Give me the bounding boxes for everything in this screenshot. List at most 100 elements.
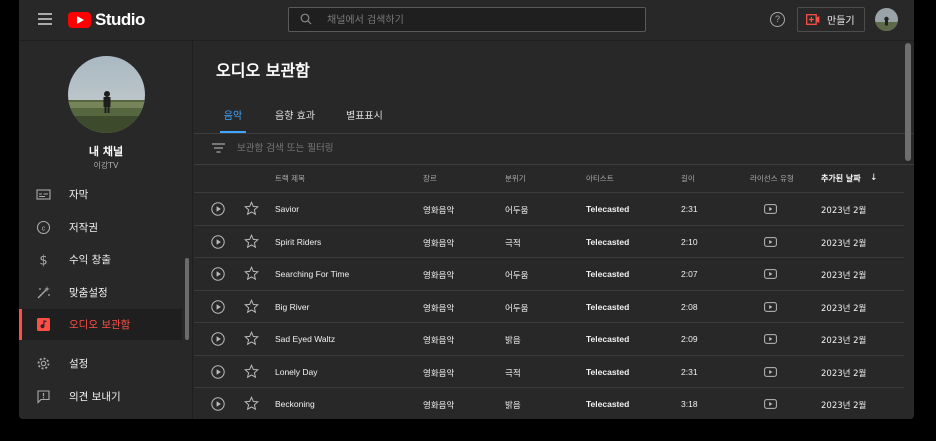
help-icon[interactable]: ? [770, 12, 785, 27]
track-title: Savior [275, 204, 300, 214]
track-title: Big River [275, 302, 310, 312]
sidebar-item-label: 저작권 [69, 222, 98, 234]
track-artist[interactable]: Telecasted [586, 334, 629, 344]
channel-avatar[interactable] [68, 56, 145, 133]
track-artist[interactable]: Telecasted [586, 399, 629, 409]
column-header-added[interactable]: 추가된 날짜 [821, 173, 861, 184]
track-added-date: 2023년 2월 [821, 304, 867, 314]
search-input[interactable] [327, 11, 627, 29]
star-icon[interactable] [244, 234, 259, 249]
search-icon[interactable] [300, 13, 312, 25]
column-header-license[interactable]: 라이선스 유형 [750, 173, 794, 184]
play-icon[interactable] [211, 365, 225, 379]
table-row[interactable]: Lonely Day 영화음악 극적 Telecasted 2:31 2023년 2월 [194, 355, 904, 387]
sidebar-item-label: 오디오 보관함 [69, 319, 131, 331]
table-row[interactable]: Spirit Riders 영화음악 극적 Telecasted 2:10 2023년 2… [194, 225, 904, 257]
track-duration: 2:09 [681, 334, 698, 344]
column-header-title[interactable]: 트랙 제목 [275, 173, 305, 184]
table-row[interactable]: Beckoning 영화음악 밝음 Telecasted 3:18 2023년 2월 [194, 387, 904, 419]
table-row[interactable]: Sad Eyed Waltz 영화음악 밝음 Telecasted 2:09 2023년 … [194, 322, 904, 354]
studio-window: Studio ? 만들기 [19, 0, 914, 419]
sidebar-item-label: 자막 [69, 189, 89, 201]
star-icon[interactable] [244, 331, 259, 346]
magic-wand-icon [37, 286, 50, 299]
channel-title: 내 채널 [88, 145, 124, 158]
sidebar-item-label: 의견 보내기 [69, 391, 121, 403]
track-artist[interactable]: Telecasted [586, 269, 629, 279]
library-filter-input[interactable] [237, 140, 537, 156]
tabs-divider [194, 133, 914, 134]
play-icon[interactable] [211, 300, 225, 314]
sidebar-item-customization[interactable]: 맞춤설정 [19, 277, 182, 308]
track-added-date: 2023년 2월 [821, 206, 867, 216]
copyright-icon: c [36, 220, 51, 235]
track-mood: 밝음 [505, 336, 521, 346]
star-icon[interactable] [244, 201, 259, 216]
track-title: Searching For Time [275, 269, 350, 279]
track-artist[interactable]: Telecasted [586, 302, 629, 312]
youtube-license-icon [764, 269, 777, 279]
create-button[interactable]: 만들기 [797, 7, 865, 32]
table-row[interactable]: Savior 영화음악 어두움 Telecasted 2:31 2023년 2월 [194, 192, 904, 224]
track-duration: 2:31 [681, 367, 698, 377]
sidebar-item-label: 수익 창출 [69, 254, 111, 266]
sidebar-item-audio-library[interactable]: 오디오 보관함 [19, 309, 182, 340]
top-bar: Studio ? 만들기 [19, 0, 914, 41]
menu-icon[interactable] [38, 13, 52, 25]
star-icon[interactable] [244, 396, 259, 411]
main-scrollbar[interactable] [905, 43, 911, 161]
account-avatar[interactable] [875, 8, 898, 31]
track-duration: 2:07 [681, 269, 698, 279]
track-added-date: 2023년 2월 [821, 401, 867, 411]
column-header-genre[interactable]: 장르 [423, 173, 437, 184]
sidebar-item-feedback[interactable]: 의견 보내기 [19, 381, 182, 412]
star-icon[interactable] [244, 299, 259, 314]
track-genre: 영화음악 [423, 401, 455, 411]
studio-logo[interactable]: Studio [68, 10, 145, 30]
star-icon[interactable] [244, 364, 259, 379]
play-icon[interactable] [211, 202, 225, 216]
tab-starred[interactable]: 별표표시 [346, 107, 383, 133]
track-mood: 어두움 [505, 206, 529, 216]
track-artist[interactable]: Telecasted [586, 204, 629, 214]
track-genre: 영화음악 [423, 239, 455, 249]
track-added-date: 2023년 2월 [821, 336, 867, 346]
table-row[interactable]: Searching For Time 영화음악 어두움 Telecasted 2:07 2… [194, 257, 904, 289]
svg-text:c: c [42, 223, 46, 232]
feedback-icon [37, 390, 50, 404]
gear-icon [37, 357, 50, 370]
sidebar: 내 채널 이강TV 자막 c 저작권 $ 수익 창출 맞춤설정 오디오 보관함 … [19, 41, 193, 419]
sort-descending-icon[interactable]: ↓ [870, 173, 878, 183]
sidebar-item-subtitles[interactable]: 자막 [19, 179, 182, 210]
youtube-license-icon [764, 302, 777, 312]
audio-library-panel: 오디오 보관함 음악 음향 효과 별표표시 트랙 제목 장르 분위기 아티스트 … [194, 41, 914, 419]
track-artist[interactable]: Telecasted [586, 367, 629, 377]
logo-text: Studio [95, 10, 145, 29]
video-camera-icon [806, 14, 820, 25]
column-header-duration[interactable]: 길이 [681, 173, 695, 184]
tab-music[interactable]: 음악 [220, 107, 246, 133]
track-added-date: 2023년 2월 [821, 239, 867, 249]
play-icon[interactable] [211, 267, 225, 281]
filter-icon[interactable] [212, 143, 225, 153]
youtube-play-icon [68, 12, 91, 28]
track-genre: 영화음악 [423, 271, 455, 281]
table-row[interactable]: Big River 영화음악 어두움 Telecasted 2:08 2023년 2월 [194, 290, 904, 322]
sidebar-item-copyright[interactable]: c 저작권 [19, 212, 182, 243]
play-icon[interactable] [211, 397, 225, 411]
star-icon[interactable] [244, 266, 259, 281]
track-duration: 2:10 [681, 237, 698, 247]
sidebar-item-settings[interactable]: 설정 [19, 348, 182, 379]
play-icon[interactable] [211, 235, 225, 249]
tab-sound-effects[interactable]: 음향 효과 [275, 107, 315, 133]
channel-search [288, 7, 646, 32]
track-title: Spirit Riders [275, 237, 322, 247]
track-genre: 영화음악 [423, 304, 455, 314]
play-icon[interactable] [211, 332, 225, 346]
create-label: 만들기 [827, 16, 855, 27]
column-header-mood[interactable]: 분위기 [505, 173, 526, 184]
sidebar-item-monetization[interactable]: $ 수익 창출 [19, 244, 182, 275]
column-header-artist[interactable]: 아티스트 [586, 173, 614, 184]
sidebar-scrollbar[interactable] [185, 258, 189, 340]
track-artist[interactable]: Telecasted [586, 237, 629, 247]
